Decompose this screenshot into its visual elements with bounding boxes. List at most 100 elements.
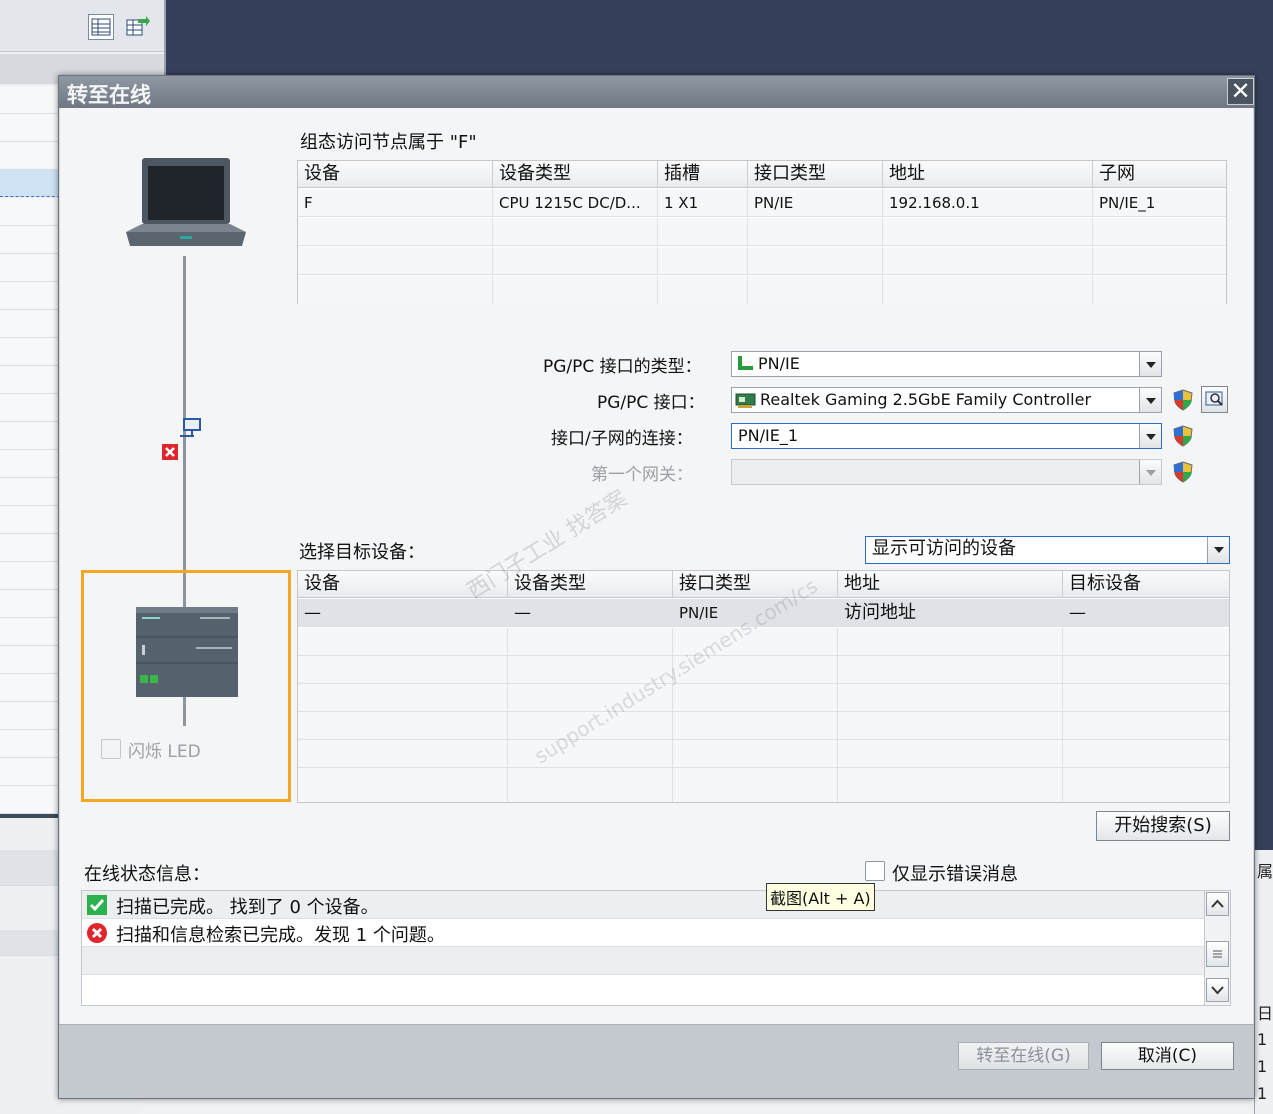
cell-address: 访问地址 [838, 599, 1063, 627]
flash-led-checkbox[interactable] [101, 739, 121, 759]
pg-pc-laptop-icon [124, 156, 248, 252]
scroll-thumb[interactable] [1206, 941, 1229, 967]
cell-address [838, 628, 1063, 656]
security-shield-icon[interactable] [1173, 461, 1193, 483]
vertical-scrollbar[interactable] [1204, 891, 1230, 1005]
table-row[interactable] [298, 768, 1229, 802]
table-row[interactable] [298, 247, 1226, 275]
cell-device: — [298, 599, 508, 627]
cell-target-device: — [1069, 603, 1086, 623]
table-row[interactable] [298, 656, 1229, 684]
start-search-button[interactable]: 开始搜索(S) [1096, 811, 1230, 841]
security-shield-icon[interactable] [1173, 425, 1193, 447]
select-target-label: 选择目标设备： [299, 542, 425, 563]
dropdown-arrow-icon[interactable] [1207, 537, 1229, 563]
first-gateway-select[interactable] [731, 459, 1162, 485]
status-message-text: 扫描和信息检索已完成。发现 1 个问题。 [116, 925, 445, 946]
column-header-device-type[interactable]: 设备类型 [493, 161, 658, 188]
close-button[interactable]: ✕ [1227, 78, 1254, 105]
column-header-interface-type[interactable]: 接口类型 [673, 571, 838, 598]
table-row[interactable]: — — PN/IE 访问地址 — [298, 599, 1229, 627]
scroll-up-button[interactable] [1206, 892, 1229, 916]
background-toolbar [0, 0, 164, 52]
table-row[interactable] [298, 712, 1229, 740]
cell-device [298, 656, 508, 684]
chevron-down-icon [1211, 986, 1224, 995]
column-header-interface-type[interactable]: 接口类型 [748, 161, 883, 188]
cell-slot [658, 247, 748, 275]
table-row[interactable]: F CPU 1215C DC/D... 1 X1 PN/IE 192.168.0… [298, 189, 1226, 217]
go-online-dialog: 转至在线 ✕ 闪烁 LED 组态访问节点属于 "F" 设备 设备类型 插槽 接口… [58, 75, 1255, 1099]
cell-device [298, 276, 493, 304]
dialog-titlebar[interactable]: 转至在线 ✕ [59, 76, 1254, 108]
column-header-device[interactable]: 设备 [298, 161, 493, 188]
subnet-connection-select[interactable]: PN/IE_1 [731, 423, 1162, 449]
cell-device [298, 218, 493, 246]
dialog-title: 转至在线 [67, 83, 151, 107]
status-message-text: 扫描已完成。 找到了 0 个设备。 [116, 897, 379, 918]
dropdown-arrow-icon[interactable] [1139, 388, 1161, 412]
pgpc-interface-select[interactable]: Realtek Gaming 2.5GbE Family Controller [731, 387, 1162, 413]
cancel-button[interactable]: 取消(C) [1101, 1042, 1234, 1070]
column-header-slot[interactable]: 插槽 [658, 161, 748, 188]
background-fragment-text: 日 [1257, 1004, 1273, 1023]
go-online-button[interactable]: 转至在线(G) [958, 1042, 1089, 1070]
diagnostics-search-icon [1205, 391, 1223, 406]
column-header-device[interactable]: 设备 [298, 571, 508, 598]
table-header: 设备 设备类型 接口类型 地址 目标设备 [298, 571, 1229, 598]
dropdown-arrow-icon[interactable] [1139, 424, 1161, 448]
security-shield-icon[interactable] [1173, 389, 1193, 411]
status-message-list[interactable]: 扫描已完成。 找到了 0 个设备。 扫描和信息检索已完成。发现 1 个问题。 [81, 890, 1231, 1006]
table-row[interactable] [298, 740, 1229, 768]
table-row[interactable] [298, 276, 1226, 304]
cell-device [298, 768, 508, 802]
chevron-up-icon [1211, 899, 1224, 908]
table-row[interactable] [298, 218, 1226, 246]
pgpc-interface-value: Realtek Gaming 2.5GbE Family Controller [760, 390, 1092, 409]
export-table-icon[interactable] [124, 14, 150, 40]
success-check-icon [87, 895, 107, 915]
network-card-icon [735, 392, 757, 408]
first-gateway-label: 第一个网关： [591, 465, 693, 485]
cell-address [838, 684, 1063, 712]
cell-interface-type [673, 740, 838, 768]
list-item: 扫描已完成。 找到了 0 个设备。 [82, 891, 1204, 919]
background-fragment-text: 属 [1257, 862, 1273, 881]
column-header-target-device[interactable]: 目标设备 [1063, 571, 1231, 598]
cell-address [838, 712, 1063, 740]
column-header-device-type[interactable]: 设备类型 [508, 571, 673, 598]
subnet-connection-value: PN/IE_1 [738, 426, 799, 445]
only-errors-checkbox[interactable] [865, 861, 885, 881]
dropdown-arrow-icon[interactable] [1139, 460, 1161, 484]
table-row[interactable] [298, 628, 1229, 656]
cell-device-type [508, 628, 673, 656]
column-header-address[interactable]: 地址 [838, 571, 1063, 598]
target-filter-select[interactable]: 显示可访问的设备 [865, 536, 1230, 564]
cell-interface-type [673, 712, 838, 740]
column-header-subnet[interactable]: 子网 [1093, 161, 1228, 188]
dropdown-arrow-icon[interactable] [1139, 352, 1161, 376]
background-fragment-text: 1 [1257, 1030, 1268, 1049]
cell-interface-type [748, 276, 883, 304]
cell-device-type: CPU 1215C DC/D... [493, 189, 658, 217]
table-view-icon[interactable] [88, 14, 114, 40]
dialog-content: 闪烁 LED 组态访问节点属于 "F" 设备 设备类型 插槽 接口类型 地址 子… [60, 108, 1253, 1024]
cell-address [883, 218, 1093, 246]
table-row[interactable] [298, 684, 1229, 712]
pgpc-interface-type-select[interactable]: PN/IE [731, 351, 1162, 377]
only-errors-label: 仅显示错误消息 [892, 864, 1018, 885]
target-devices-table: 设备 设备类型 接口类型 地址 目标设备 — — PN/IE 访问地址 — [297, 570, 1230, 803]
flash-led-label: 闪烁 LED [128, 742, 201, 762]
scroll-down-button[interactable] [1206, 978, 1229, 1002]
cell-address [883, 247, 1093, 275]
online-status-label: 在线状态信息： [84, 864, 210, 885]
cell-interface-type [673, 628, 838, 656]
cell-interface-type [748, 218, 883, 246]
cell-device-type [493, 218, 658, 246]
dialog-footer: 转至在线(G) 取消(C) [59, 1024, 1254, 1098]
cell-device [298, 712, 508, 740]
cell-device-type: — [508, 599, 673, 627]
column-header-address[interactable]: 地址 [883, 161, 1093, 188]
interface-diagnostics-button[interactable] [1201, 386, 1228, 413]
cell-interface-type [748, 247, 883, 275]
